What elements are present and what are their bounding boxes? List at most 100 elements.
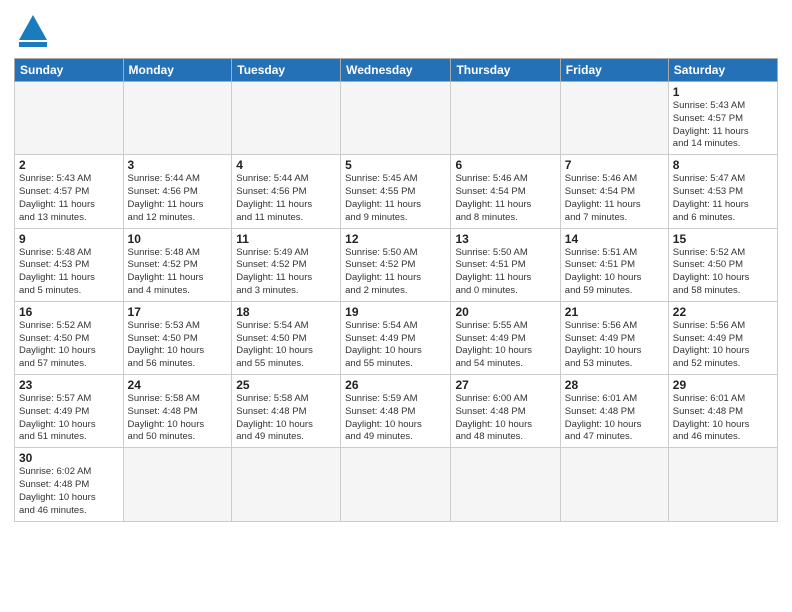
calendar-cell: 24Sunrise: 5:58 AMSunset: 4:48 PMDayligh… [123,375,232,448]
calendar-cell [560,448,668,521]
day-number: 29 [673,378,773,392]
day-info: Sunrise: 5:57 AMSunset: 4:49 PMDaylight:… [19,393,119,444]
weekday-header-row: SundayMondayTuesdayWednesdayThursdayFrid… [15,59,778,82]
day-info: Sunrise: 5:54 AMSunset: 4:50 PMDaylight:… [236,320,336,371]
day-number: 2 [19,158,119,172]
calendar-cell: 12Sunrise: 5:50 AMSunset: 4:52 PMDayligh… [341,228,451,301]
day-info: Sunrise: 5:58 AMSunset: 4:48 PMDaylight:… [236,393,336,444]
header [14,12,778,50]
day-info: Sunrise: 5:52 AMSunset: 4:50 PMDaylight:… [19,320,119,371]
day-number: 6 [455,158,555,172]
calendar-cell: 3Sunrise: 5:44 AMSunset: 4:56 PMDaylight… [123,155,232,228]
calendar-cell [668,448,777,521]
day-number: 20 [455,305,555,319]
day-info: Sunrise: 5:43 AMSunset: 4:57 PMDaylight:… [673,100,773,151]
calendar-cell [560,82,668,155]
day-number: 13 [455,232,555,246]
day-info: Sunrise: 6:00 AMSunset: 4:48 PMDaylight:… [455,393,555,444]
calendar-week-row: 1Sunrise: 5:43 AMSunset: 4:57 PMDaylight… [15,82,778,155]
calendar-cell: 22Sunrise: 5:56 AMSunset: 4:49 PMDayligh… [668,301,777,374]
day-info: Sunrise: 6:02 AMSunset: 4:48 PMDaylight:… [19,466,119,517]
calendar-cell: 10Sunrise: 5:48 AMSunset: 4:52 PMDayligh… [123,228,232,301]
day-number: 15 [673,232,773,246]
day-info: Sunrise: 5:46 AMSunset: 4:54 PMDaylight:… [565,173,664,224]
weekday-header-tuesday: Tuesday [232,59,341,82]
calendar-cell: 23Sunrise: 5:57 AMSunset: 4:49 PMDayligh… [15,375,124,448]
calendar-cell: 16Sunrise: 5:52 AMSunset: 4:50 PMDayligh… [15,301,124,374]
day-number: 26 [345,378,446,392]
day-info: Sunrise: 5:44 AMSunset: 4:56 PMDaylight:… [236,173,336,224]
calendar-cell: 26Sunrise: 5:59 AMSunset: 4:48 PMDayligh… [341,375,451,448]
day-number: 5 [345,158,446,172]
day-info: Sunrise: 5:50 AMSunset: 4:52 PMDaylight:… [345,247,446,298]
day-info: Sunrise: 5:45 AMSunset: 4:55 PMDaylight:… [345,173,446,224]
day-number: 28 [565,378,664,392]
day-info: Sunrise: 5:46 AMSunset: 4:54 PMDaylight:… [455,173,555,224]
day-info: Sunrise: 6:01 AMSunset: 4:48 PMDaylight:… [673,393,773,444]
calendar-table: SundayMondayTuesdayWednesdayThursdayFrid… [14,58,778,522]
day-number: 11 [236,232,336,246]
calendar-cell [232,448,341,521]
weekday-header-friday: Friday [560,59,668,82]
day-info: Sunrise: 5:43 AMSunset: 4:57 PMDaylight:… [19,173,119,224]
calendar-cell: 25Sunrise: 5:58 AMSunset: 4:48 PMDayligh… [232,375,341,448]
day-number: 25 [236,378,336,392]
logo-icon [14,12,52,50]
day-number: 14 [565,232,664,246]
calendar-cell: 15Sunrise: 5:52 AMSunset: 4:50 PMDayligh… [668,228,777,301]
day-number: 7 [565,158,664,172]
day-info: Sunrise: 5:48 AMSunset: 4:52 PMDaylight:… [128,247,228,298]
calendar-week-row: 9Sunrise: 5:48 AMSunset: 4:53 PMDaylight… [15,228,778,301]
calendar-cell: 20Sunrise: 5:55 AMSunset: 4:49 PMDayligh… [451,301,560,374]
calendar-cell [341,448,451,521]
day-number: 22 [673,305,773,319]
day-info: Sunrise: 5:48 AMSunset: 4:53 PMDaylight:… [19,247,119,298]
calendar-cell: 17Sunrise: 5:53 AMSunset: 4:50 PMDayligh… [123,301,232,374]
day-info: Sunrise: 5:58 AMSunset: 4:48 PMDaylight:… [128,393,228,444]
day-number: 10 [128,232,228,246]
day-number: 18 [236,305,336,319]
day-number: 23 [19,378,119,392]
day-number: 17 [128,305,228,319]
day-number: 1 [673,85,773,99]
day-number: 8 [673,158,773,172]
day-info: Sunrise: 5:49 AMSunset: 4:52 PMDaylight:… [236,247,336,298]
calendar-cell: 11Sunrise: 5:49 AMSunset: 4:52 PMDayligh… [232,228,341,301]
calendar-cell [123,448,232,521]
calendar-cell: 18Sunrise: 5:54 AMSunset: 4:50 PMDayligh… [232,301,341,374]
day-info: Sunrise: 5:54 AMSunset: 4:49 PMDaylight:… [345,320,446,371]
calendar-week-row: 23Sunrise: 5:57 AMSunset: 4:49 PMDayligh… [15,375,778,448]
day-number: 19 [345,305,446,319]
calendar-cell: 6Sunrise: 5:46 AMSunset: 4:54 PMDaylight… [451,155,560,228]
day-info: Sunrise: 5:53 AMSunset: 4:50 PMDaylight:… [128,320,228,371]
calendar-week-row: 2Sunrise: 5:43 AMSunset: 4:57 PMDaylight… [15,155,778,228]
calendar-week-row: 16Sunrise: 5:52 AMSunset: 4:50 PMDayligh… [15,301,778,374]
day-number: 9 [19,232,119,246]
day-info: Sunrise: 5:59 AMSunset: 4:48 PMDaylight:… [345,393,446,444]
calendar-cell [451,82,560,155]
calendar-cell: 5Sunrise: 5:45 AMSunset: 4:55 PMDaylight… [341,155,451,228]
calendar-cell [15,82,124,155]
weekday-header-thursday: Thursday [451,59,560,82]
day-info: Sunrise: 5:56 AMSunset: 4:49 PMDaylight:… [673,320,773,371]
weekday-header-monday: Monday [123,59,232,82]
calendar-cell: 27Sunrise: 6:00 AMSunset: 4:48 PMDayligh… [451,375,560,448]
calendar-cell: 14Sunrise: 5:51 AMSunset: 4:51 PMDayligh… [560,228,668,301]
calendar-cell: 2Sunrise: 5:43 AMSunset: 4:57 PMDaylight… [15,155,124,228]
weekday-header-sunday: Sunday [15,59,124,82]
calendar-cell: 19Sunrise: 5:54 AMSunset: 4:49 PMDayligh… [341,301,451,374]
day-number: 3 [128,158,228,172]
page: SundayMondayTuesdayWednesdayThursdayFrid… [0,0,792,612]
day-info: Sunrise: 5:52 AMSunset: 4:50 PMDaylight:… [673,247,773,298]
day-number: 27 [455,378,555,392]
day-info: Sunrise: 5:56 AMSunset: 4:49 PMDaylight:… [565,320,664,371]
day-info: Sunrise: 5:47 AMSunset: 4:53 PMDaylight:… [673,173,773,224]
day-number: 16 [19,305,119,319]
day-info: Sunrise: 5:50 AMSunset: 4:51 PMDaylight:… [455,247,555,298]
calendar-cell: 1Sunrise: 5:43 AMSunset: 4:57 PMDaylight… [668,82,777,155]
calendar-cell [123,82,232,155]
calendar-cell: 30Sunrise: 6:02 AMSunset: 4:48 PMDayligh… [15,448,124,521]
calendar-cell [232,82,341,155]
calendar-cell: 28Sunrise: 6:01 AMSunset: 4:48 PMDayligh… [560,375,668,448]
calendar-cell [451,448,560,521]
